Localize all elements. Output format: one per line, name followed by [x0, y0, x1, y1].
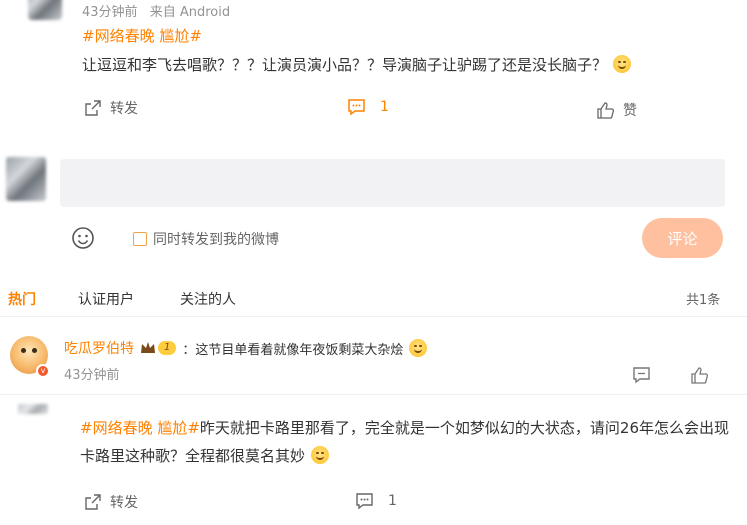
tab-following[interactable]: 关注的人 — [180, 289, 236, 309]
post2-repost-button[interactable]: 转发 — [84, 492, 138, 512]
post-time: 43分钟前 — [82, 5, 138, 20]
post-meta: 43分钟前 来自 Android — [82, 1, 230, 20]
avatar-face-icon — [21, 348, 26, 353]
like-button[interactable]: 赞 — [596, 100, 637, 120]
commenter-username[interactable]: 吃瓜罗伯特 — [64, 338, 134, 358]
post-hashtag[interactable]: #网络春晚 尴尬# — [82, 25, 202, 46]
avatar-face-icon-2 — [32, 348, 37, 353]
post-source: 来自 Android — [149, 5, 231, 20]
post2-comment-count: 1 — [388, 493, 397, 509]
like-label: 赞 — [623, 103, 637, 119]
laughing-emoji-icon — [409, 339, 428, 357]
comment-input[interactable] — [60, 159, 725, 207]
comment-divider — [0, 394, 747, 395]
level-badge: 1 — [140, 340, 177, 356]
submit-comment-label: 评论 — [667, 229, 698, 248]
thumbs-up-icon — [597, 102, 614, 119]
post-text: 让逗逗和李飞去唱歌？？？让演员演小品？？导演脑子让驴踢了还是没长脑子？ — [82, 54, 632, 75]
tabs-divider — [0, 316, 747, 317]
crown-icon — [141, 342, 155, 353]
repost-icon — [85, 100, 101, 116]
smile-emoji-icon — [613, 55, 632, 73]
tab-hot[interactable]: 热门 — [8, 289, 36, 309]
comment-total: 共1条 — [686, 293, 721, 308]
forward-option[interactable]: 同时转发到我的微博 — [133, 229, 279, 249]
repost-label: 转发 — [110, 101, 138, 117]
post2-comment-button[interactable]: 1 — [355, 492, 397, 510]
tab-verified-users[interactable]: 认证用户 — [78, 289, 134, 309]
forward-checkbox[interactable] — [133, 232, 147, 246]
forward-checkbox-label: 同时转发到我的微博 — [153, 232, 279, 248]
post2-hashtag[interactable]: #网络春晚 尴尬# — [80, 419, 200, 437]
post-text-content: 让逗逗和李飞去唱歌？？？让演员演小品？？导演脑子让驴踢了还是没长脑子？ — [82, 56, 608, 74]
verified-badge-icon: v — [36, 364, 50, 378]
post2-avatar[interactable] — [18, 404, 48, 414]
smile-emoji-icon-2 — [311, 446, 330, 464]
comment-icon — [348, 99, 365, 116]
comment-button[interactable]: 1 — [347, 98, 389, 116]
avatar[interactable] — [28, 0, 62, 20]
level-number: 1 — [158, 341, 177, 355]
emoji-picker-icon[interactable] — [71, 226, 95, 250]
post2-comment-icon — [356, 493, 373, 510]
comment-like-icon[interactable] — [690, 366, 709, 384]
comment-line: 吃瓜罗伯特 1 ：这节目单看着就像年夜饭剩菜大杂烩 — [64, 338, 428, 358]
reply-icon[interactable] — [632, 366, 651, 384]
comment-time: 43分钟前 — [64, 368, 120, 383]
comment-text: ：这节目单看着就像年夜饭剩菜大杂烩 — [182, 342, 404, 358]
repost-button[interactable]: 转发 — [84, 98, 138, 118]
post2-text: #网络春晚 尴尬#昨天就把卡路里那看了，完全就是一个如梦似幻的大状态，请问26年… — [80, 414, 740, 470]
submit-comment-button[interactable]: 评论 — [642, 218, 723, 258]
my-avatar — [6, 157, 46, 201]
post2-repost-icon — [85, 494, 101, 510]
comment-count: 1 — [380, 99, 389, 115]
post2-repost-label: 转发 — [110, 495, 138, 511]
